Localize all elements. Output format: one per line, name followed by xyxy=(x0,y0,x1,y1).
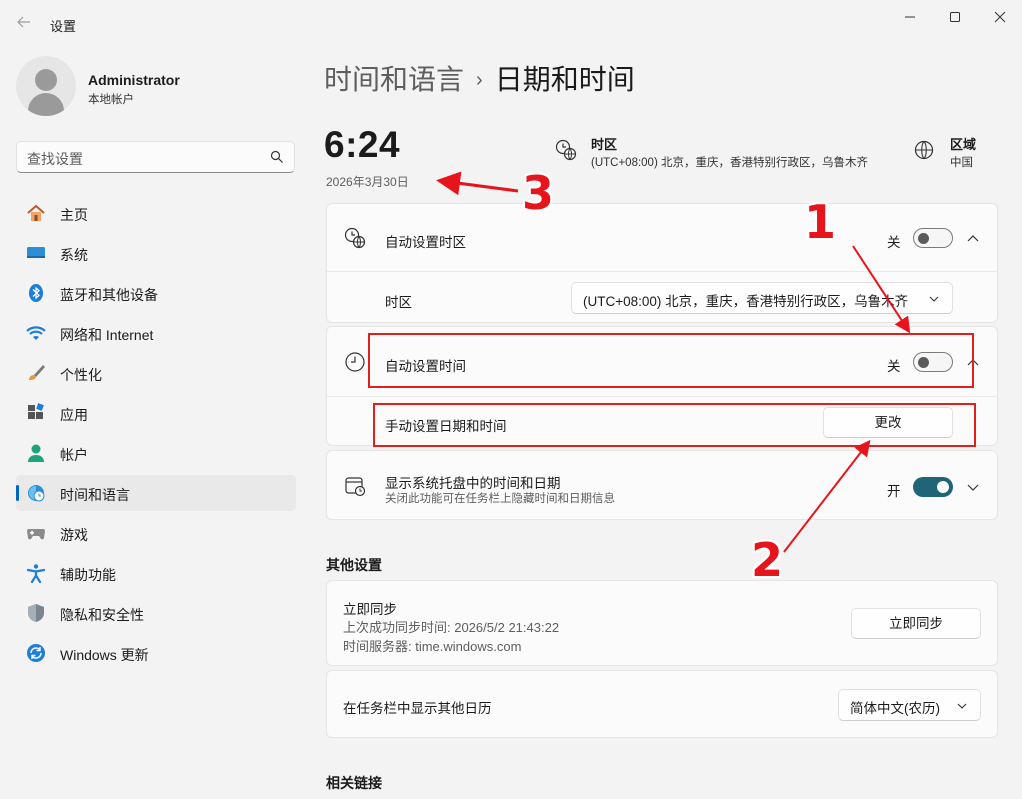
calendar-card: 在任务栏中显示其他日历 简体中文(农历) xyxy=(326,670,998,738)
tray-time-toggle[interactable] xyxy=(913,477,953,497)
auto-timezone-card: 自动设置时区 关 时区 (UTC+08:00) 北京，重庆，香港特别行政区，乌鲁… xyxy=(326,203,998,323)
timezone-summary: (UTC+08:00) 北京，重庆，香港特别行政区，乌鲁木齐 xyxy=(591,157,868,169)
chevron-down-icon[interactable] xyxy=(966,480,980,494)
clock-icon xyxy=(345,352,365,372)
annotation-number-1: 1 xyxy=(804,195,837,249)
page-title: 日期和时间 xyxy=(494,64,635,95)
search-input[interactable]: 查找设置 xyxy=(16,141,295,173)
timezone-clock-globe-icon xyxy=(344,227,366,249)
highlight-manual-time xyxy=(373,403,976,447)
chevron-up-icon[interactable] xyxy=(966,232,980,246)
auto-timezone-label: 自动设置时区 xyxy=(385,235,466,250)
sidebar-item-apps[interactable]: 应用 xyxy=(16,395,296,431)
region-summary: 中国 xyxy=(950,157,973,169)
profile-name: Administrator xyxy=(88,72,180,88)
minimize-icon[interactable] xyxy=(898,8,922,26)
current-time: 6:24 xyxy=(324,124,401,165)
annotation-number-2: 2 xyxy=(751,533,784,587)
account-icon xyxy=(28,444,44,462)
chevron-down-icon xyxy=(957,703,967,709)
sidebar-nav: 主页 系统 蓝牙和其他设备 网络和 Internet 个性化 应用 帐户 时间和… xyxy=(16,195,296,675)
home-icon xyxy=(27,204,45,221)
tray-time-card: 显示系统托盘中的时间和日期 关闭此功能可在任务栏上隐藏时间和日期信息 开 xyxy=(326,450,998,520)
sidebar-item-home[interactable]: 主页 xyxy=(16,195,296,231)
update-icon xyxy=(27,644,45,662)
related-links-heading: 相关链接 xyxy=(326,775,382,791)
sync-label: 立即同步 xyxy=(343,602,397,617)
accessibility-icon xyxy=(26,564,46,583)
user-profile[interactable]: Administrator 本地帐户 xyxy=(16,56,296,120)
avatar xyxy=(16,56,76,116)
annotation-number-3: 3 xyxy=(522,166,555,220)
chevron-down-icon xyxy=(929,296,939,302)
divider xyxy=(327,396,997,397)
breadcrumb-separator: › xyxy=(476,69,483,91)
calendar-dropdown[interactable]: 简体中文(农历) xyxy=(838,689,981,721)
profile-account-type: 本地帐户 xyxy=(88,94,134,106)
timezone-dropdown[interactable]: (UTC+08:00) 北京，重庆，香港特别行政区，乌鲁木齐 xyxy=(571,282,953,314)
apps-icon xyxy=(28,403,44,419)
sync-card: 立即同步 上次成功同步时间: 2026/5/2 21:43:22 时间服务器: … xyxy=(326,580,998,666)
back-arrow-icon[interactable] xyxy=(16,14,34,32)
shield-icon xyxy=(28,604,44,622)
bluetooth-icon xyxy=(29,284,43,302)
highlight-auto-time xyxy=(368,333,974,388)
tray-time-sublabel: 关闭此功能可在任务栏上隐藏时间和日期信息 xyxy=(385,493,615,505)
region-title: 区域 xyxy=(950,137,977,152)
sidebar-item-time-language[interactable]: 时间和语言 xyxy=(16,475,296,511)
sync-now-button[interactable]: 立即同步 xyxy=(851,608,981,639)
timezone-icon xyxy=(555,139,577,161)
brush-icon xyxy=(29,365,45,380)
calendar-dropdown-value: 简体中文(农历) xyxy=(850,701,940,716)
sidebar-item-system[interactable]: 系统 xyxy=(16,235,296,271)
current-date: 2026年3月30日 xyxy=(326,175,409,189)
sidebar-item-windows-update[interactable]: Windows 更新 xyxy=(16,635,296,671)
divider xyxy=(327,271,997,272)
system-icon xyxy=(27,247,45,258)
breadcrumb-parent[interactable]: 时间和语言 xyxy=(324,64,464,95)
arrow-3 xyxy=(436,171,519,196)
timezone-row-label: 时区 xyxy=(385,295,412,310)
calendar-clock-icon xyxy=(345,477,366,497)
tray-time-label: 显示系统托盘中的时间和日期 xyxy=(385,476,561,491)
maximize-icon[interactable] xyxy=(943,8,967,26)
tray-time-state: 开 xyxy=(887,484,901,499)
active-indicator xyxy=(16,485,19,501)
close-icon[interactable] xyxy=(988,8,1012,26)
title-bar: 设置 xyxy=(0,0,1022,48)
other-settings-heading: 其他设置 xyxy=(326,557,382,573)
window-title: 设置 xyxy=(50,19,77,34)
time-language-icon xyxy=(28,485,45,502)
last-sync-time: 上次成功同步时间: 2026/5/2 21:43:22 xyxy=(343,620,560,635)
sidebar-item-privacy[interactable]: 隐私和安全性 xyxy=(16,595,296,631)
timezone-dropdown-value: (UTC+08:00) 北京，重庆，香港特别行政区，乌鲁木齐 xyxy=(583,294,909,309)
search-placeholder: 查找设置 xyxy=(27,151,83,167)
timezone-title: 时区 xyxy=(591,137,618,152)
sidebar-item-network[interactable]: 网络和 Internet xyxy=(16,315,296,351)
search-icon xyxy=(270,150,283,163)
gamepad-icon xyxy=(27,529,45,540)
time-server: 时间服务器: time.windows.com xyxy=(343,639,522,654)
sidebar-item-accessibility[interactable]: 辅助功能 xyxy=(16,555,296,591)
sidebar-item-gaming[interactable]: 游戏 xyxy=(16,515,296,551)
breadcrumb: 时间和语言 › 日期和时间 xyxy=(324,58,635,98)
sidebar-item-personalization[interactable]: 个性化 xyxy=(16,355,296,391)
auto-timezone-state: 关 xyxy=(887,235,901,250)
globe-icon xyxy=(914,140,934,160)
sidebar-item-accounts[interactable]: 帐户 xyxy=(16,435,296,471)
calendar-label: 在任务栏中显示其他日历 xyxy=(343,701,492,716)
auto-timezone-toggle[interactable] xyxy=(913,228,953,248)
sidebar-item-bluetooth[interactable]: 蓝牙和其他设备 xyxy=(16,275,296,311)
wifi-icon xyxy=(26,326,46,340)
